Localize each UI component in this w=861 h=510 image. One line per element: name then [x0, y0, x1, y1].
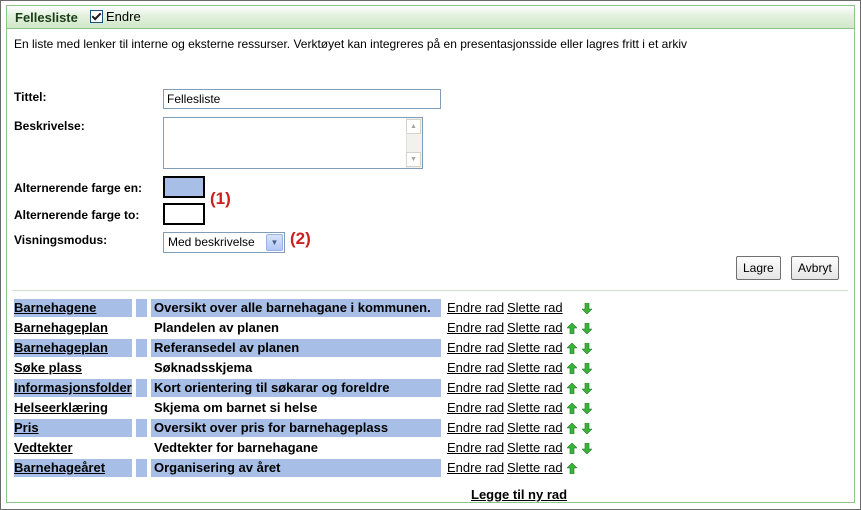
move-down-icon[interactable] [582, 363, 592, 374]
mode-label: Visningsmodus: [14, 233, 108, 247]
row-description: Søknadsskjema [154, 360, 253, 375]
annotation-1: (1) [210, 189, 231, 208]
move-up-icon[interactable] [567, 343, 577, 354]
row-name-link[interactable]: Helseerklæring [14, 399, 132, 417]
move-up-icon[interactable] [567, 323, 577, 334]
table-row: Informasjonsfolder Kort orientering til s… [14, 379, 604, 397]
delete-row-link[interactable]: Slette rad [507, 359, 563, 377]
title-label: Tittel: [14, 90, 47, 104]
fellesliste-panel: Fellesliste Endre En liste med lenker ti… [6, 5, 855, 503]
row-name-link[interactable]: Pris [14, 419, 132, 437]
color2-swatch[interactable] [163, 203, 205, 225]
row-spacer [136, 379, 147, 397]
row-description: Kort orientering til søkarar og foreldre [151, 379, 441, 397]
table-row: Barnehageplan Referansedel av planen Endre… [14, 339, 604, 357]
row-name-link[interactable]: Søke plass [14, 359, 132, 377]
row-spacer [136, 439, 147, 457]
delete-row-link[interactable]: Slette rad [507, 339, 563, 357]
row-name-link[interactable]: Barnehagene [14, 299, 132, 317]
color1-label: Alternerende farge en: [14, 181, 143, 195]
edit-row-link[interactable]: Endre rad [447, 359, 504, 377]
panel-header: Fellesliste Endre [7, 6, 854, 29]
cancel-button[interactable]: Avbryt [791, 256, 839, 280]
row-spacer [136, 339, 147, 357]
edit-row-link[interactable]: Endre rad [447, 379, 504, 397]
edit-row-link[interactable]: Endre rad [447, 299, 504, 317]
scroll-up-icon[interactable]: ▲ [406, 119, 421, 134]
edit-row-link[interactable]: Endre rad [447, 399, 504, 417]
move-up-icon[interactable] [567, 363, 577, 374]
edit-row-link[interactable]: Endre rad [447, 339, 504, 357]
table-row: Barnehagene Oversikt over alle barnehagan… [14, 299, 604, 317]
row-name-link[interactable]: Informasjonsfolder [14, 379, 132, 397]
display-mode-select[interactable]: Med beskrivelse ▼ [163, 232, 285, 253]
edit-toggle[interactable]: Endre [90, 9, 141, 24]
row-spacer [136, 319, 147, 337]
row-spacer [136, 299, 147, 317]
row-name-link[interactable]: Barnehageåret [14, 459, 132, 477]
save-button[interactable]: Lagre [736, 256, 781, 280]
delete-row-link[interactable]: Slette rad [507, 319, 563, 337]
move-up-icon[interactable] [567, 383, 577, 394]
move-down-icon[interactable] [582, 303, 592, 314]
table-row: Barnehageåret Organisering av året Endre r… [14, 459, 604, 477]
delete-row-link[interactable]: Slette rad [507, 299, 563, 317]
row-description: Referansedel av planen [151, 339, 441, 357]
row-description: Plandelen av planen [154, 320, 279, 335]
window-frame: Fellesliste Endre En liste med lenker ti… [0, 0, 861, 510]
move-down-icon[interactable] [582, 443, 592, 454]
color2-label: Alternerende farge to: [14, 208, 140, 222]
row-description: Organisering av året [151, 459, 441, 477]
delete-row-link[interactable]: Slette rad [507, 379, 563, 397]
table-row: Pris Oversikt over pris for barnehageplas… [14, 419, 604, 437]
title-input[interactable]: Fellesliste [163, 89, 441, 109]
panel-title: Fellesliste [15, 10, 78, 25]
edit-row-link[interactable]: Endre rad [447, 459, 504, 477]
row-description: Oversikt over pris for barnehageplass [151, 419, 441, 437]
move-up-icon[interactable] [567, 463, 577, 474]
annotation-2: (2) [290, 229, 311, 248]
edit-label: Endre [106, 9, 141, 24]
row-name-link[interactable]: Barnehageplan [14, 339, 132, 357]
delete-row-link[interactable]: Slette rad [507, 439, 563, 457]
scroll-down-icon[interactable]: ▼ [406, 152, 421, 167]
table-row: Søke plass Søknadsskjema Endre rad Slette r… [14, 359, 604, 377]
row-name-link[interactable]: Vedtekter [14, 439, 132, 457]
add-row-link[interactable]: Legge til ny rad [471, 487, 567, 502]
table-row: Barnehageplan Plandelen av planen Endre ra… [14, 319, 604, 337]
move-down-icon[interactable] [582, 323, 592, 334]
delete-row-link[interactable]: Slette rad [507, 459, 563, 477]
edit-row-link[interactable]: Endre rad [447, 419, 504, 437]
row-description: Vedtekter for barnehagane [154, 440, 318, 455]
description-label: Beskrivelse: [14, 119, 85, 133]
textarea-scrollbar[interactable]: ▲ ▼ [406, 118, 422, 168]
move-up-icon[interactable] [567, 423, 577, 434]
tool-description: En liste med lenker til interne og ekste… [14, 37, 687, 51]
row-spacer [136, 419, 147, 437]
row-spacer [136, 399, 147, 417]
row-name-link[interactable]: Barnehageplan [14, 319, 132, 337]
description-textarea[interactable]: ▲ ▼ [163, 117, 423, 169]
color1-swatch[interactable] [163, 176, 205, 198]
delete-row-link[interactable]: Slette rad [507, 399, 563, 417]
delete-row-link[interactable]: Slette rad [507, 419, 563, 437]
row-spacer [136, 359, 147, 377]
row-description: Oversikt over alle barnehagane i kommune… [151, 299, 441, 317]
table-row: Helseerklæring Skjema om barnet si helse E… [14, 399, 604, 417]
row-spacer [136, 459, 147, 477]
move-down-icon[interactable] [582, 423, 592, 434]
edit-row-link[interactable]: Endre rad [447, 319, 504, 337]
edit-checkbox[interactable] [90, 10, 103, 23]
move-down-icon[interactable] [582, 383, 592, 394]
move-up-icon[interactable] [567, 403, 577, 414]
edit-row-link[interactable]: Endre rad [447, 439, 504, 457]
chevron-down-icon[interactable]: ▼ [266, 234, 283, 251]
move-up-icon[interactable] [567, 443, 577, 454]
move-down-icon[interactable] [582, 403, 592, 414]
display-mode-value: Med beskrivelse [168, 235, 255, 249]
move-down-icon[interactable] [582, 343, 592, 354]
table-row: Vedtekter Vedtekter for barnehagane Endre … [14, 439, 604, 457]
row-description: Skjema om barnet si helse [154, 400, 318, 415]
section-divider [12, 290, 848, 291]
